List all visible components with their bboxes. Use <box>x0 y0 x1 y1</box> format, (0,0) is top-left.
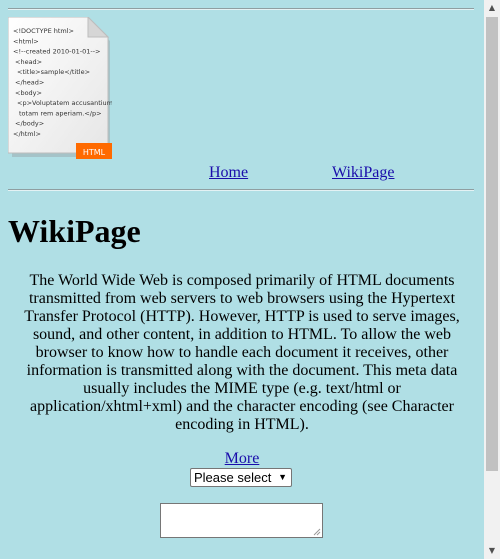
scroll-down-arrow-icon[interactable]: ▼ <box>484 543 500 559</box>
page-title: WikiPage <box>8 213 141 249</box>
comment-textarea[interactable] <box>160 503 323 538</box>
logo-code-line: <p>Voluptatem accusantium <box>17 99 112 107</box>
scroll-up-arrow-icon[interactable]: ▲ <box>484 0 500 16</box>
html-badge-text: HTML <box>83 148 106 157</box>
logo-code-line: <!DOCTYPE html> <box>13 27 74 35</box>
resize-grip-icon[interactable] <box>313 528 321 536</box>
logo-code-line: <body> <box>15 89 42 97</box>
scrollbar-thumb[interactable] <box>486 17 498 471</box>
logo-code-line: </html> <box>13 130 41 138</box>
header-divider <box>8 189 474 191</box>
more-link[interactable]: More <box>225 450 260 467</box>
logo-code-line: <title>sample</title> <box>17 68 90 76</box>
logo-code-line: </head> <box>15 79 44 87</box>
logo-code-line: <html> <box>13 37 39 45</box>
select-value: Please select <box>194 470 272 485</box>
logo-code-line: </body> <box>15 120 44 128</box>
body-paragraph: The World Wide Web is composed primarily… <box>24 272 460 433</box>
logo-code-line: <!--created 2010-01-01--> <box>13 48 100 56</box>
html-file-icon: <!DOCTYPE html> <html> <!--created 2010-01… <box>7 15 113 160</box>
logo-code-line: totam rem aperiam.</p> <box>19 109 102 117</box>
logo-code-line: <head> <box>15 58 42 66</box>
more-link-container: More <box>0 450 484 468</box>
options-select[interactable]: Please select ▼ <box>190 468 292 487</box>
top-divider <box>8 8 474 10</box>
vertical-scrollbar[interactable]: ▲ ▼ <box>484 0 500 559</box>
page: <!DOCTYPE html> <html> <!--created 2010-01… <box>0 0 484 559</box>
dropdown-arrow-icon: ▼ <box>278 472 287 482</box>
nav-wikipage-link[interactable]: WikiPage <box>332 164 394 182</box>
nav-home-link[interactable]: Home <box>209 164 248 182</box>
